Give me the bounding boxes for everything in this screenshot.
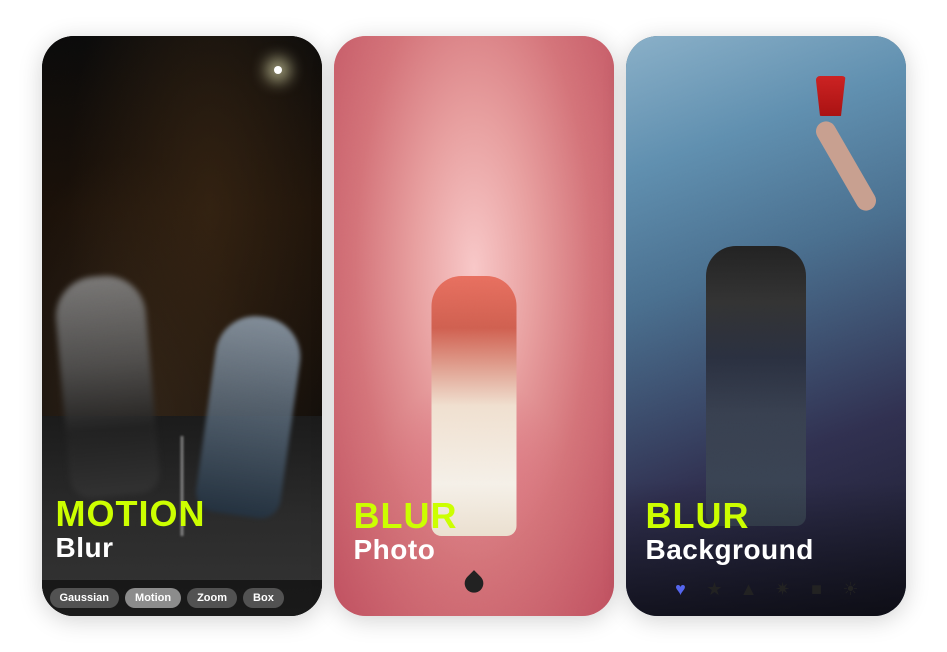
card1-title-sub: Blur: [56, 532, 308, 564]
card3-title-sub: Background: [646, 534, 886, 566]
star-icon[interactable]: ★: [702, 576, 728, 602]
card3-icons-row: ♥ ★ ▲ ✷ ■ ☀: [668, 576, 864, 602]
app-container: MOTION Blur Gaussian Motion Zoom Box BLU…: [22, 16, 926, 636]
triangle-icon[interactable]: ▲: [736, 576, 762, 602]
card1-text-overlay: MOTION Blur: [56, 496, 308, 564]
card2-title-sub: Photo: [354, 534, 594, 566]
gamepad-icon[interactable]: ✷: [770, 576, 796, 602]
card-motion-blur[interactable]: MOTION Blur Gaussian Motion Zoom Box: [42, 36, 322, 616]
pill-zoom[interactable]: Zoom: [187, 588, 237, 608]
card3-title-main: BLUR: [646, 498, 886, 534]
cloud-icon[interactable]: ☀: [838, 576, 864, 602]
heart-icon[interactable]: ♥: [668, 576, 694, 602]
card1-title-main: MOTION: [56, 496, 308, 532]
pill-motion[interactable]: Motion: [125, 588, 181, 608]
card2-title-main: BLUR: [354, 498, 594, 534]
pill-box[interactable]: Box: [243, 588, 284, 608]
square-icon[interactable]: ■: [804, 576, 830, 602]
card-blur-photo[interactable]: BLUR Photo: [334, 36, 614, 616]
card3-cup: [816, 76, 846, 116]
street-light: [274, 66, 282, 74]
pill-gaussian[interactable]: Gaussian: [50, 588, 120, 608]
figure-left: [52, 272, 161, 499]
droplet-icon: [460, 567, 488, 595]
filter-pills: Gaussian Motion Zoom Box: [42, 580, 322, 616]
card-blur-background[interactable]: BLUR Background ♥ ★ ▲ ✷ ■ ☀: [626, 36, 906, 616]
card2-bottom-icon[interactable]: [460, 567, 488, 600]
